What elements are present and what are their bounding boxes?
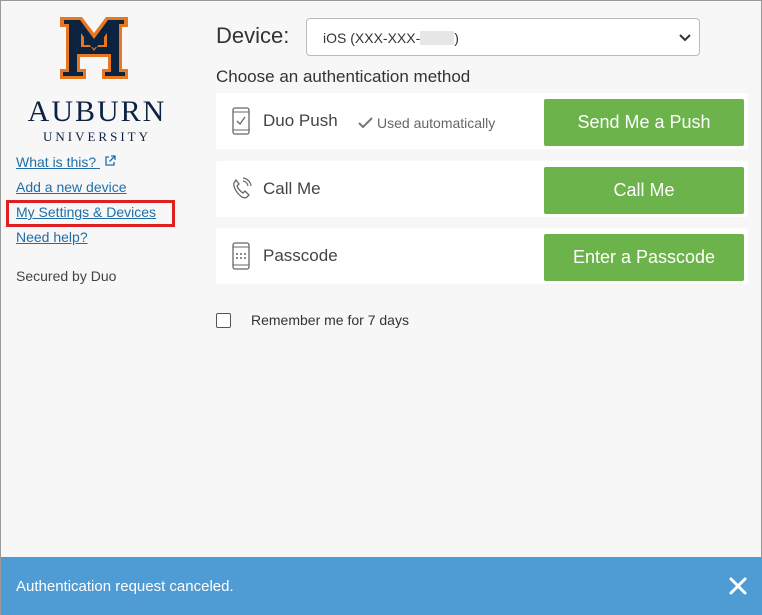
used-automatically-note: Used automatically (358, 115, 495, 131)
need-help-link[interactable]: Need help? (16, 229, 156, 245)
brand-name: AUBURN (27, 95, 167, 128)
add-new-device-link[interactable]: Add a new device (16, 179, 156, 195)
enter-passcode-button[interactable]: Enter a Passcode (544, 234, 744, 281)
duo-frame: AUBURN UNIVERSITY What is this? Add a ne… (0, 0, 762, 615)
remember-me-checkbox[interactable] (216, 313, 231, 328)
remember-me-label[interactable]: Remember me for 7 days (251, 312, 409, 328)
auburn-au-logo (60, 17, 128, 79)
chevron-down-icon (679, 34, 691, 42)
auth-heading: Choose an authentication method (216, 67, 471, 86)
status-message: Authentication request canceled. (16, 578, 234, 595)
checkmark-icon (358, 117, 373, 129)
what-is-this-label: What is this? (16, 154, 97, 170)
brand-subtitle: UNIVERSITY (43, 129, 151, 144)
external-link-icon (105, 155, 116, 166)
keypad-phone-icon (232, 242, 250, 270)
close-icon[interactable] (728, 576, 748, 596)
call-me-button[interactable]: Call Me (544, 167, 744, 214)
highlight-box (6, 200, 175, 227)
method-call-me: Call Me Call Me (216, 161, 748, 217)
device-selected-value: iOS (XXX-XXX-) (323, 30, 459, 46)
left-panel: AUBURN UNIVERSITY What is this? Add a ne… (1, 1, 201, 556)
method-duo-push: Duo Push Used automatically Send Me a Pu… (216, 93, 748, 149)
phone-call-icon (233, 177, 252, 199)
what-is-this-link[interactable]: What is this? (16, 154, 156, 170)
status-bar: Authentication request canceled. (1, 557, 762, 615)
device-select[interactable]: iOS (XXX-XXX-) (306, 18, 700, 56)
phone-check-icon (232, 107, 250, 135)
method-label: Passcode (263, 246, 338, 265)
device-label: Device: (216, 23, 290, 48)
redacted-digits (420, 31, 455, 45)
method-label: Call Me (263, 179, 321, 198)
method-passcode: Passcode Enter a Passcode (216, 228, 748, 284)
method-label: Duo Push (263, 111, 338, 130)
secured-by-duo: Secured by Duo (16, 268, 117, 284)
send-push-button[interactable]: Send Me a Push (544, 99, 744, 146)
